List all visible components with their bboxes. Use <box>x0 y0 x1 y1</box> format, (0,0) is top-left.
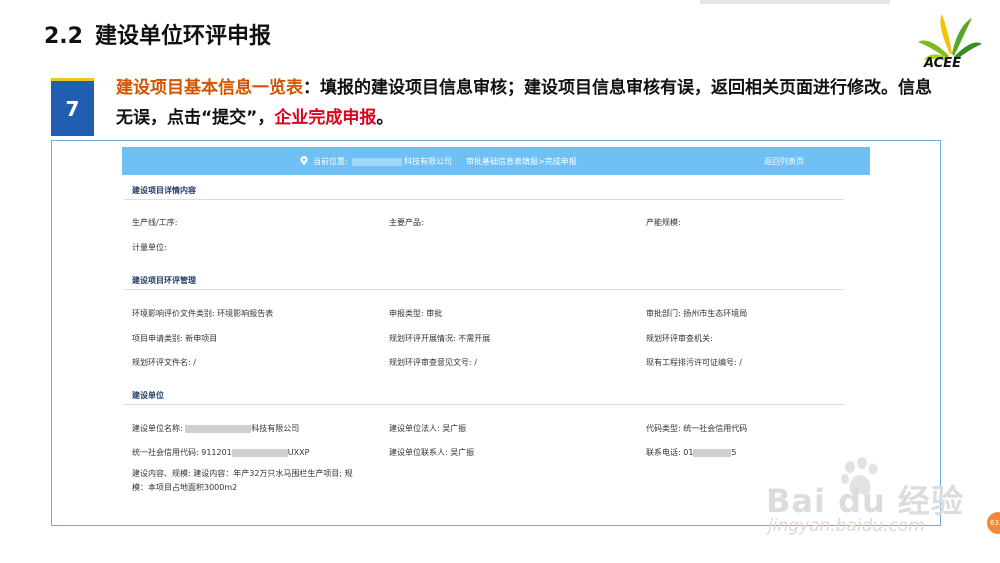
desc-highlight: 建设项目基本信息一览表 <box>116 78 303 98</box>
field-plan-opinion: 规划环评审查意见文号: / <box>389 358 477 367</box>
section-divider <box>124 404 844 405</box>
section-divider <box>124 289 844 290</box>
section-title-unit: 建设单位 <box>132 391 164 400</box>
field-content-line2: 模：本项目占地面积3000m2 <box>132 483 238 492</box>
watermark-url: jingyan.baidu.com <box>768 516 925 536</box>
phone-suffix: 5 <box>731 448 737 457</box>
field-capacity: 产能规模: <box>646 218 681 227</box>
field-contact: 建设单位联系人: 吴广振 <box>389 448 475 457</box>
phone-label: 联系电话: 01 <box>646 448 694 457</box>
field-legal-person: 建设单位法人: 吴广振 <box>389 424 467 433</box>
section-title-eia: 建设项目环评管理 <box>132 276 196 285</box>
location-label: 当前位置: <box>313 157 348 166</box>
slide-heading: 建设单位环评申报 <box>94 24 271 49</box>
top-strip <box>700 0 890 4</box>
location-bar: 当前位置: 科技有限公司 审批基础信息表填报>完成申报 返回列表页 <box>122 147 870 175</box>
field-eia-doc-type: 环境影响评价文件类别: 环境影响报告表 <box>132 309 274 318</box>
field-unit-name: 建设单位名称: 科技有限公司 <box>132 423 299 434</box>
watermark: Bai du 经验 jingyan.baidu.com <box>760 454 980 544</box>
unit-name-label: 建设单位名称: <box>132 424 183 433</box>
redacted-block <box>185 424 252 433</box>
unit-name-suffix: 科技有限公司 <box>251 424 300 433</box>
location-company: 科技有限公司 <box>352 156 452 167</box>
section-divider <box>124 199 844 200</box>
field-approval-dept: 审批部门: 扬州市生态环境局 <box>646 309 748 318</box>
redacted-block <box>231 448 288 457</box>
field-credit-code: 统一社会信用代码: 911201 UXXP <box>132 447 309 458</box>
field-unit-measure: 计量单位: <box>132 243 167 252</box>
section-title-detail: 建设项目详情内容 <box>132 186 196 195</box>
desc-end: 。 <box>376 108 394 128</box>
back-to-list-link[interactable]: 返回列表页 <box>764 156 804 167</box>
credit-code-suffix: UXXP <box>287 448 310 457</box>
step-description: 建设项目基本信息一览表：填报的建设项目信息审核；建设项目信息审核有误，返回相关页… <box>116 73 946 133</box>
field-permit-no: 现有工程排污许可证编号: / <box>646 358 742 367</box>
location-pin-icon <box>300 156 308 165</box>
company-suffix: 科技有限公司 <box>404 157 452 166</box>
field-main-product: 主要产品: <box>389 218 424 227</box>
redacted-block <box>352 157 402 166</box>
slide-number: 2.2 <box>44 24 83 49</box>
logo-text: ACEE <box>924 56 961 71</box>
field-code-type: 代码类型: 统一社会信用代码 <box>646 424 748 433</box>
breadcrumb[interactable]: 审批基础信息表填报>完成申报 <box>466 156 577 167</box>
field-apply-type: 项目申请类别: 新申项目 <box>132 334 218 343</box>
step-number-box: 7 <box>51 78 94 136</box>
field-plan-status: 规划环评开展情况: 不需开展 <box>389 334 491 343</box>
desc-red: 企业完成申报 <box>274 108 377 128</box>
slide-title: 2.2 建设单位环评申报 <box>44 18 271 50</box>
field-production-line: 生产线/工序: <box>132 218 178 227</box>
field-report-type: 申报类型: 审批 <box>389 309 443 318</box>
field-plan-authority: 规划环评审查机关: <box>646 334 713 343</box>
redacted-block <box>693 448 732 457</box>
field-content-line1: 建设内容、规模: 建设内容：年产32万只水马围栏生产项目; 规 <box>132 469 353 478</box>
field-phone: 联系电话: 01 5 <box>646 447 737 458</box>
page-number-badge: 63 <box>987 512 1000 534</box>
field-plan-doc: 规划环评文件名: / <box>132 358 196 367</box>
credit-code-label: 统一社会信用代码: 911201 <box>132 448 232 457</box>
